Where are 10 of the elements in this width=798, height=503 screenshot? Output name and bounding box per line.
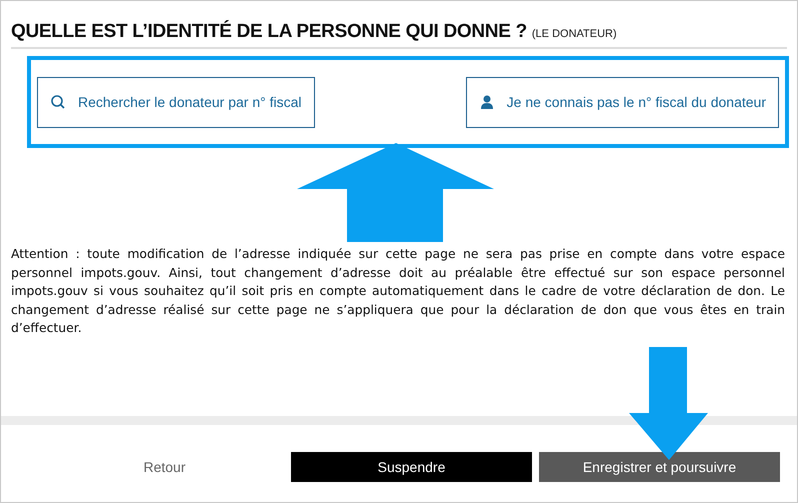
search-donor-button[interactable]: Rechercher le donateur par n° fiscal — [37, 76, 314, 128]
section-subtitle: (LE DONATEUR) — [532, 28, 617, 40]
suspend-button[interactable]: Suspendre — [291, 452, 532, 482]
back-link[interactable]: Retour — [61, 452, 268, 482]
unknown-number-button[interactable]: Je ne connais pas le n° fiscal du donateur — [466, 76, 779, 128]
save-continue-button[interactable]: Enregistrer et poursuivre — [539, 452, 780, 482]
section-title: QUELLE EST L’IDENTITÉ DE LA PERSONNE QUI DONNE ? — [11, 21, 527, 43]
search-icon — [50, 94, 66, 110]
notice-text: Attention : toute modification de l’adresse indiquée sur cette page ne sera pas prise en compte dans votre espace personnel impots.gouv. Ainsi, tout changement d’adresse doit au préalable être effectué sur son espace personnel impots.gouv si vous souhaitez qu’il soit pris en compte automatiquement dans le cadre de votre déclaration de don. Le changement d’adresse réalisé sur cette page ne s’appliquera que pour la déclaration de don que vous êtes en train d’effectuer. — [11, 245, 785, 337]
person-icon — [478, 94, 495, 110]
